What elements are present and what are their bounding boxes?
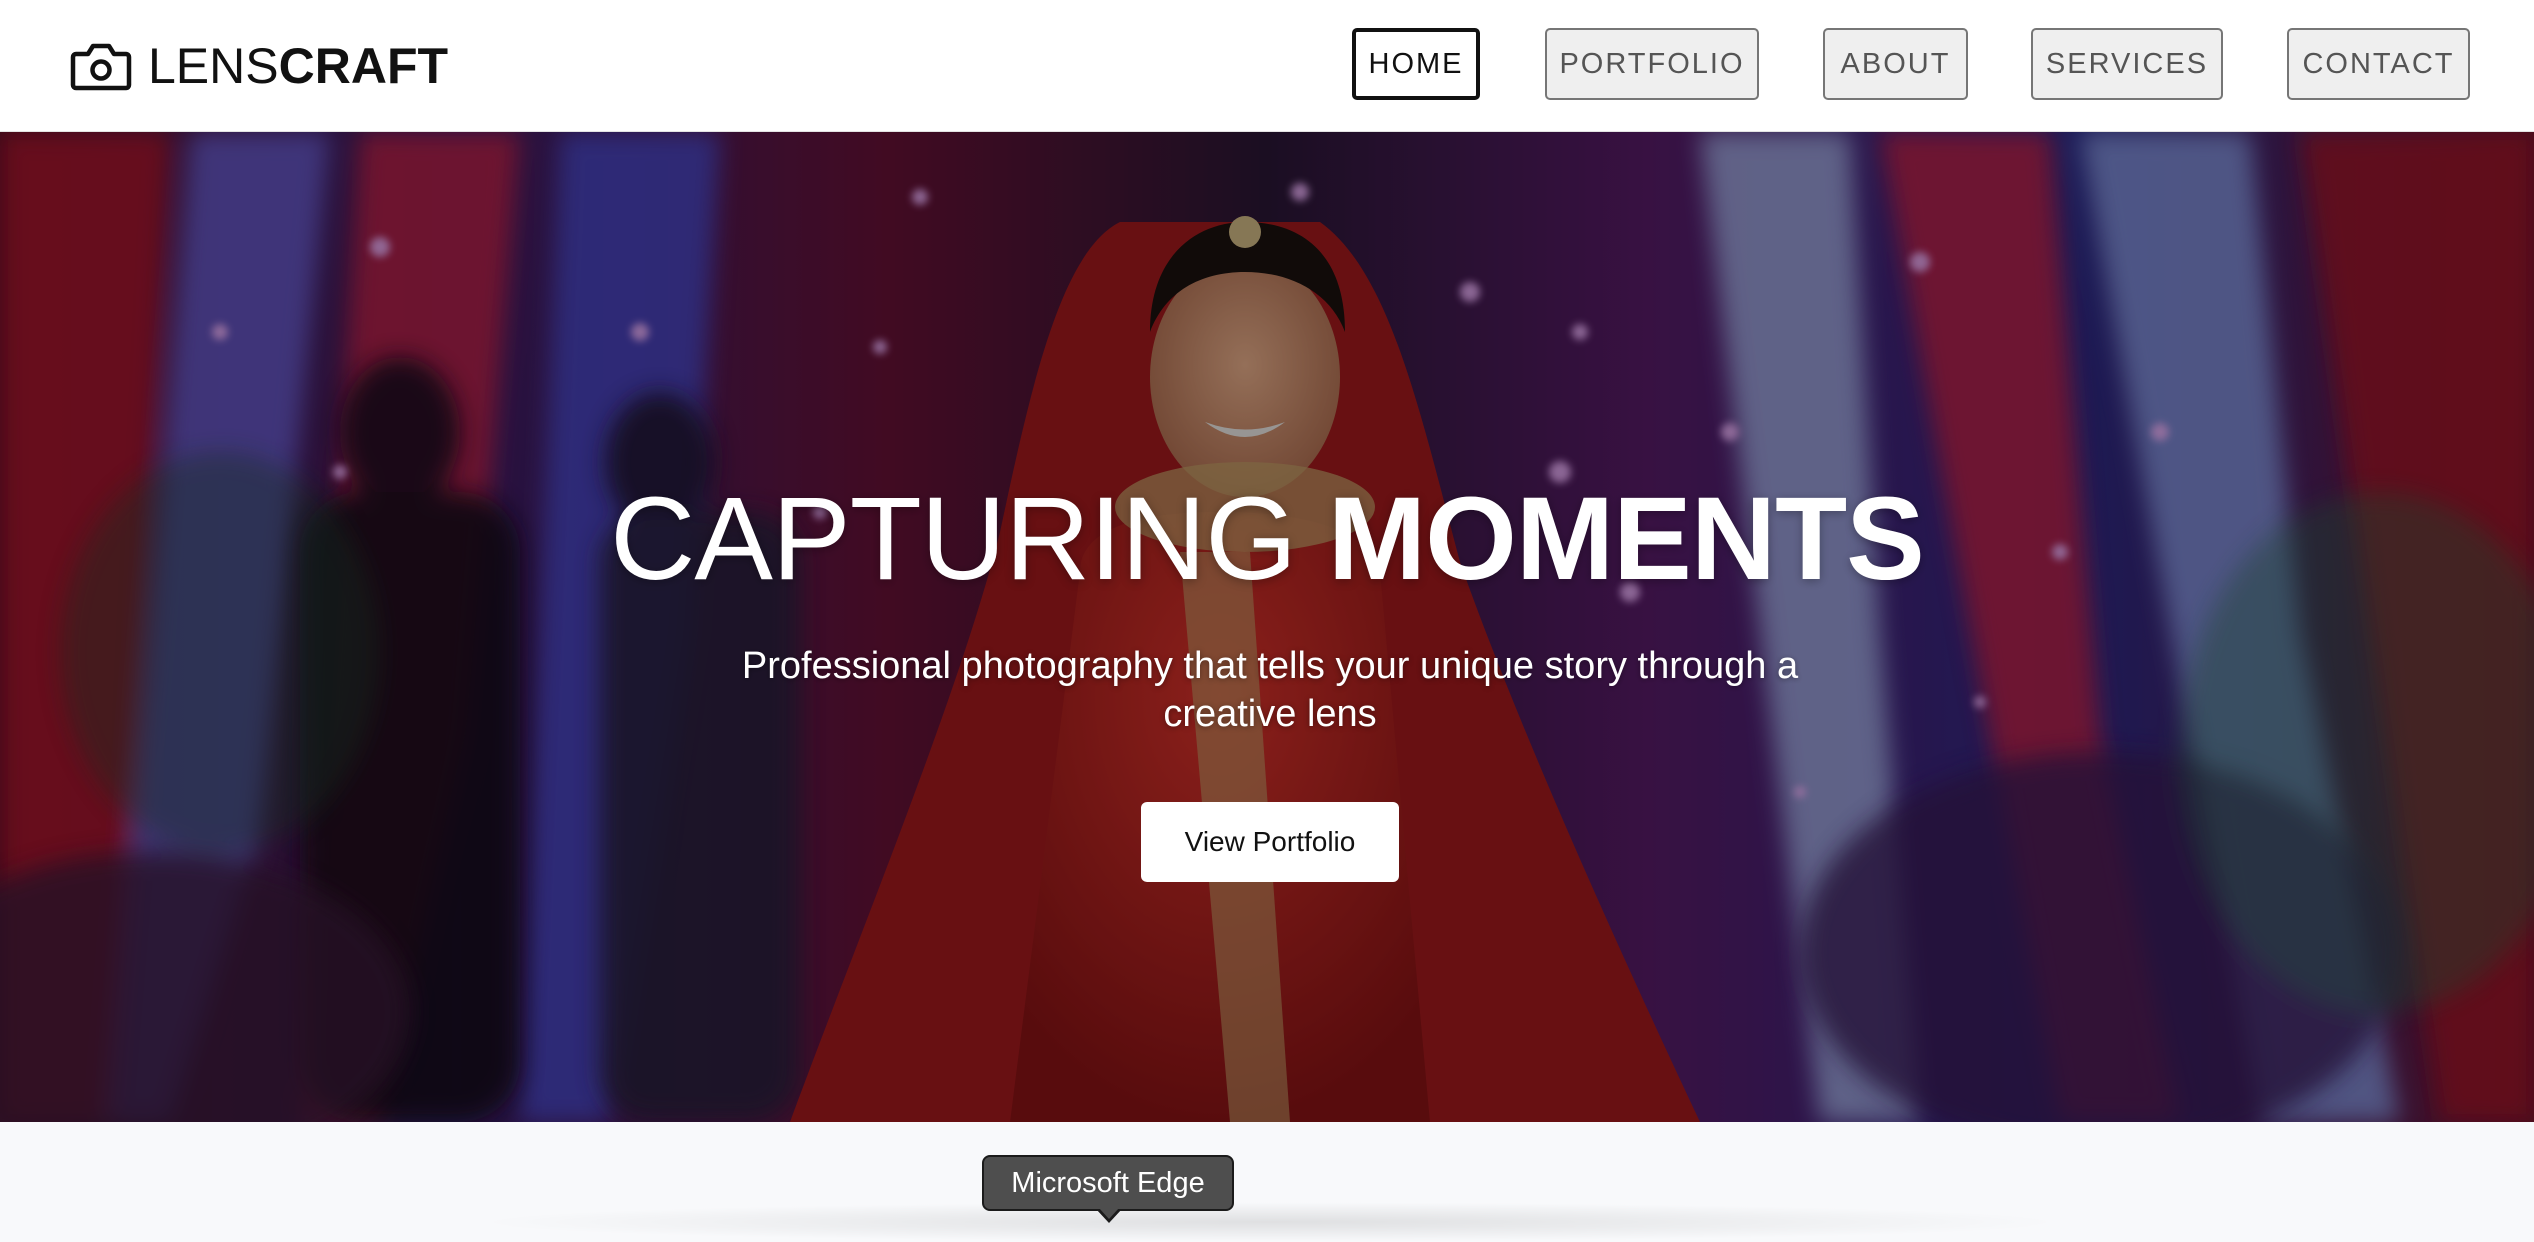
hero-title-bold: MOMENTS [1327, 473, 1925, 605]
nav-home-button[interactable]: HOME [1352, 28, 1480, 100]
hero-title: CAPTURING MOMENTS [0, 480, 2534, 598]
nav-services-button[interactable]: SERVICES [2031, 28, 2223, 100]
dock-tooltip: Microsoft Edge [982, 1155, 1234, 1211]
nav-about-button[interactable]: ABOUT [1823, 28, 1968, 100]
view-portfolio-button[interactable]: View Portfolio [1141, 802, 1399, 882]
nav-contact-button[interactable]: CONTACT [2287, 28, 2470, 100]
dock-shadow [470, 1202, 2070, 1242]
page-bottom-area [0, 1122, 2534, 1242]
brand-logo[interactable]: LENSCRAFT [70, 36, 448, 96]
brand-name: LENSCRAFT [148, 41, 448, 91]
hero-section: CAPTURING MOMENTS Professional photograp… [0, 132, 2534, 1122]
brand-name-bold: CRAFT [278, 38, 449, 94]
brand-name-light: LENS [148, 38, 279, 94]
hero-overlay [0, 132, 2534, 1122]
camera-icon [70, 43, 132, 91]
dock-tooltip-arrow-fill [1099, 1208, 1119, 1219]
hero-title-light: CAPTURING [610, 473, 1297, 605]
site-header: LENSCRAFT HOME PORTFOLIO ABOUT SERVICES … [0, 0, 2534, 132]
hero-subtitle: Professional photography that tells your… [741, 645, 1799, 735]
nav-portfolio-button[interactable]: PORTFOLIO [1545, 28, 1759, 100]
